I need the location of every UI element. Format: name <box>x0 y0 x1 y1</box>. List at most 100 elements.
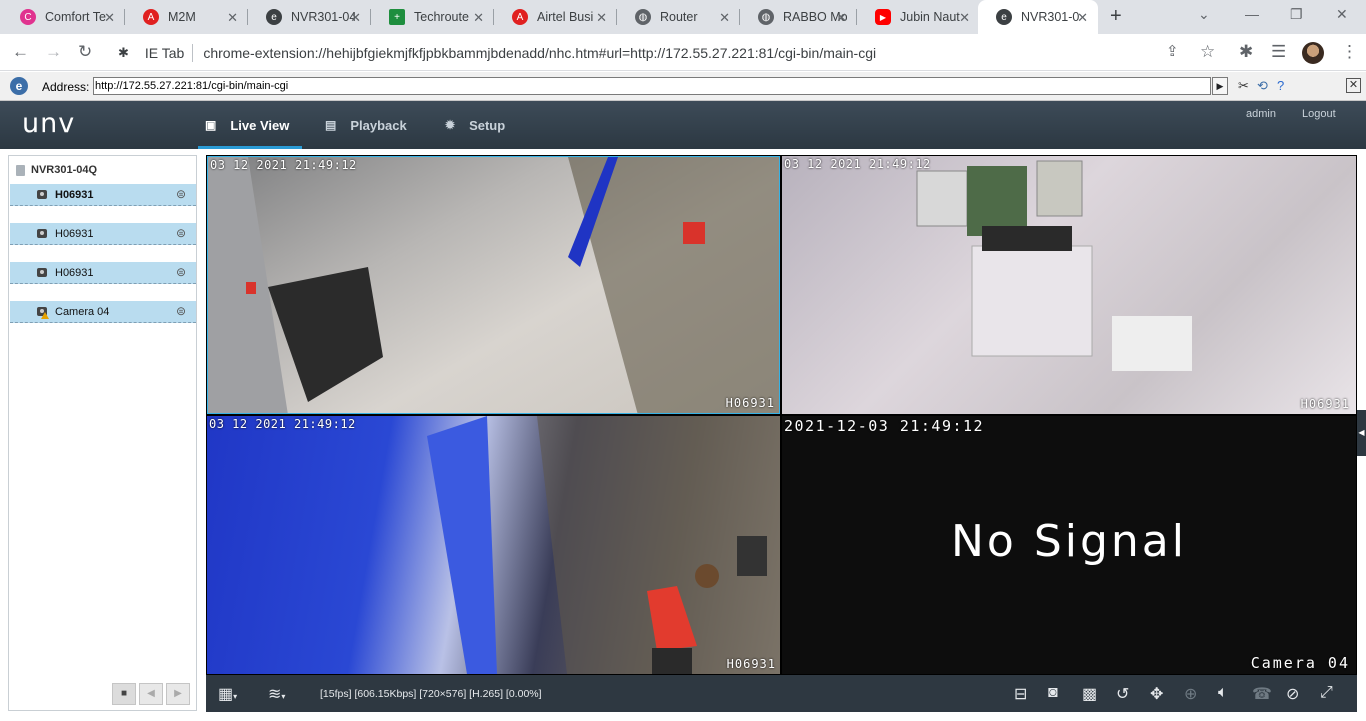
close-tab-icon[interactable]: ✕ <box>959 10 970 26</box>
url-text[interactable]: chrome-extension://hehijbfgiekmjfkfjpbkb… <box>203 45 876 61</box>
browser-tab[interactable]: ◍ Router ✕ <box>617 0 740 34</box>
close-tab-icon[interactable]: ✕ <box>104 10 115 26</box>
stream-toggle-icon[interactable]: ⊜ <box>176 187 186 201</box>
camera-item[interactable]: H06931 ⊜ <box>10 184 196 206</box>
go-button[interactable]: ▶ <box>1212 77 1228 95</box>
forward-icon[interactable]: → <box>45 42 62 62</box>
ie-logo-icon: e <box>10 77 28 95</box>
instant-playback-icon[interactable]: ↺ <box>1116 684 1129 704</box>
next-page-icon[interactable]: ▶ <box>166 683 190 705</box>
extensions-icon[interactable]: ✱ <box>1239 42 1253 62</box>
video-pane-1[interactable]: 03 12 2021 21:49:12 H06931 <box>207 156 780 414</box>
tab-favicon-icon: e <box>266 9 282 25</box>
close-tab-icon[interactable]: ✕ <box>473 10 484 26</box>
nvr-icon <box>16 164 25 176</box>
bookmark-star-icon[interactable]: ☆ <box>1200 42 1215 62</box>
browser-tab-strip: C Comfort Te ✕ A M2M ✕ e NVR301-04 ✕ + T… <box>0 0 1366 34</box>
nav-label: Live View <box>230 117 290 133</box>
tab-search-icon[interactable]: ⌄ <box>1198 6 1210 23</box>
digital-zoom-icon[interactable]: ⊘ <box>1286 684 1299 704</box>
close-tab-icon[interactable]: ✕ <box>350 10 361 26</box>
ietab-chip: IE Tab <box>144 44 185 61</box>
close-tab-icon[interactable]: ✕ <box>1077 10 1088 26</box>
help-icon[interactable]: ? <box>1277 78 1284 93</box>
talk-icon[interactable]: ☎ <box>1252 684 1272 704</box>
camera-item[interactable]: H06931 ⊜ <box>10 262 196 284</box>
stop-all-button[interactable]: ■ <box>112 683 136 705</box>
tab-title: Jubin Naut <box>900 10 960 24</box>
browser-tab[interactable]: ▶ Jubin Naut ✕ <box>857 0 980 34</box>
ie-close-icon[interactable]: ✕ <box>1346 78 1361 93</box>
camera-item[interactable]: H06931 ⊜ <box>10 223 196 245</box>
tab-title: M2M <box>168 10 196 24</box>
stop-live-icon[interactable]: ⊟ <box>1014 684 1027 704</box>
sync-icon[interactable]: ⟲ <box>1257 78 1268 94</box>
tab-title: Airtel Busi <box>537 10 594 24</box>
close-tab-icon[interactable]: ✕ <box>836 10 847 26</box>
close-tab-icon[interactable]: ✕ <box>227 10 238 26</box>
tools-icon[interactable]: ✂ <box>1238 78 1249 94</box>
stream-toggle-icon[interactable]: ⊜ <box>176 265 186 279</box>
previous-page-icon[interactable]: ◀ <box>139 683 163 705</box>
profile-avatar[interactable] <box>1302 42 1324 64</box>
layout-grid-icon[interactable]: ▦▾ <box>218 684 237 704</box>
fisheye-icon[interactable]: ⊕ <box>1184 684 1197 704</box>
monitor-icon: ▣ <box>205 118 217 132</box>
video-pane-4[interactable]: 2021-12-03 21:49:12 No Signal Camera 04 <box>782 416 1356 674</box>
camera-icon <box>37 190 47 199</box>
browser-tab[interactable]: + Techroute ✕ <box>371 0 494 34</box>
browser-toolbar: ← → ↻ ✱ IE Tab chrome-extension://hehijb… <box>0 34 1366 71</box>
tab-favicon-icon: ◍ <box>635 9 651 25</box>
close-tab-icon[interactable]: ✕ <box>719 10 730 26</box>
close-tab-icon[interactable]: ✕ <box>596 10 607 26</box>
omnibox[interactable]: ✱ IE Tab chrome-extension://hehijbfgiekm… <box>104 38 1232 67</box>
close-window-button[interactable]: ✕ <box>1336 6 1348 23</box>
browser-tab[interactable]: A Airtel Busi ✕ <box>494 0 617 34</box>
back-icon[interactable]: ← <box>12 42 29 62</box>
tab-title: Router <box>660 10 698 24</box>
new-tab-button[interactable]: + <box>1110 5 1122 28</box>
nav-playback[interactable]: ▤ Playback <box>325 101 407 149</box>
video-pane-2[interactable]: 03 12 2021 21:49:12 H06931 <box>782 156 1356 414</box>
tab-favicon-icon: C <box>20 9 36 25</box>
collapse-panel-icon[interactable]: ◀ <box>1357 410 1366 456</box>
volume-icon[interactable]: 🔈︎ <box>1218 684 1228 702</box>
camera-item[interactable]: Camera 04 ⊜ <box>10 301 196 323</box>
browser-tab[interactable]: A M2M ✕ <box>125 0 248 34</box>
ie-address-input[interactable] <box>93 77 1211 95</box>
camera-icon <box>37 268 47 277</box>
logout-link[interactable]: Logout <box>1302 108 1336 120</box>
nav-setup[interactable]: ✹ Setup <box>445 101 505 149</box>
video-pane-3[interactable]: 03 12 2021 21:49:12 H06931 <box>207 416 780 674</box>
browser-tab[interactable]: e NVR301-04 ✕ <box>248 0 371 34</box>
warning-icon <box>41 312 49 319</box>
youtube-icon: ▶ <box>875 9 891 25</box>
restore-button[interactable]: ❐ <box>1290 6 1303 23</box>
live-view-toolbar: ▦▾ ≋▾ [15fps] [606.15Kbps] [720×576] [H.… <box>206 675 1357 712</box>
video-camera-name: H06931 <box>1300 397 1350 411</box>
tab-favicon-icon: A <box>512 9 528 25</box>
ptz-icon[interactable]: ✥ <box>1150 684 1163 704</box>
fullscreen-icon[interactable]: ⤢ <box>1320 684 1333 702</box>
stream-toggle-icon[interactable]: ⊜ <box>176 226 186 240</box>
minimize-button[interactable]: — <box>1245 6 1259 22</box>
nav-live-view[interactable]: ▣ Live View <box>205 101 289 149</box>
active-nav-indicator <box>198 146 302 149</box>
record-clip-icon[interactable]: ▩ <box>1082 684 1097 704</box>
no-signal-message: No Signal <box>951 516 1187 567</box>
browser-tab[interactable]: C Comfort Te ✕ <box>2 0 125 34</box>
reload-icon[interactable]: ↻ <box>78 42 92 62</box>
browser-tab-active[interactable]: e NVR301-0 ✕ <box>978 0 1098 34</box>
share-icon[interactable]: ⇪ <box>1166 42 1179 60</box>
media-control-icon[interactable]: ☰ <box>1271 42 1286 62</box>
chrome-menu-icon[interactable]: ⋮ <box>1341 42 1358 62</box>
browser-tab[interactable]: ◍ RABBO Mo ✕ <box>740 0 857 34</box>
video-camera-name: Camera 04 <box>1250 654 1350 672</box>
tab-title: Comfort Te <box>45 10 106 24</box>
camera-name: H06931 <box>55 227 94 240</box>
nvr-node[interactable]: NVR301-04Q <box>16 164 97 176</box>
stream-toggle-icon[interactable]: ⊜ <box>176 304 186 318</box>
snapshot-icon[interactable]: ◙ <box>1048 684 1058 702</box>
address-label: Address: <box>42 80 90 94</box>
stream-select-icon[interactable]: ≋▾ <box>268 684 285 704</box>
